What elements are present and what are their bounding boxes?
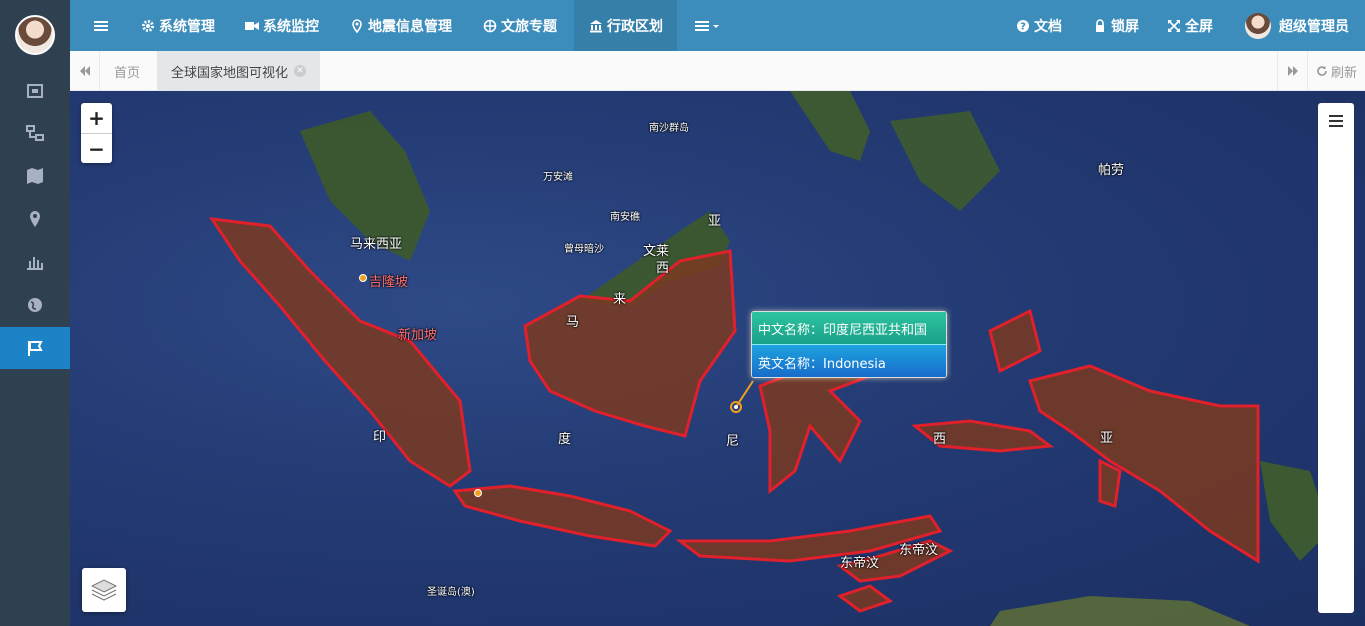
- nav-label: 行政区划: [607, 18, 663, 35]
- map-label-ma: 马: [566, 315, 580, 330]
- avatar[interactable]: [15, 15, 55, 55]
- map-label-ya1: 亚: [708, 214, 722, 229]
- right-tool-panel: [1318, 103, 1354, 613]
- sidebar-item-frame[interactable]: [0, 70, 70, 112]
- popup-cn-name: 中文名称：印度尼西亚共和国: [752, 312, 946, 345]
- zoom-control: + −: [81, 103, 112, 163]
- tab-bar: 首页 全球国家地图可视化 ✕ 刷新: [70, 51, 1365, 91]
- zoom-out-button[interactable]: −: [81, 133, 112, 163]
- hamburger-icon: [1329, 115, 1343, 127]
- map-label-malaysia: 马来西亚: [350, 237, 403, 252]
- expand-icon: [1168, 19, 1180, 32]
- map-label-wanan: 万安滩: [543, 172, 573, 183]
- user-name: 超级管理员: [1279, 18, 1349, 35]
- map-label-ni: 尼: [726, 434, 740, 449]
- map-label-christmas-island: 圣诞岛(澳): [427, 587, 475, 598]
- refresh-icon: [1317, 66, 1327, 76]
- nav-docs[interactable]: ? 文档: [1015, 0, 1062, 51]
- layer-switcher-button[interactable]: [82, 568, 126, 612]
- question-icon: ?: [1017, 19, 1029, 32]
- nav-administrative-division[interactable]: 行政区划: [574, 0, 677, 51]
- nav-label: 系统监控: [263, 18, 319, 35]
- location-pin-icon: [30, 211, 40, 227]
- bank-icon: [590, 19, 602, 32]
- nav-culture-tourism[interactable]: 文旅专题: [482, 0, 557, 51]
- map-label-timor-1: 东帝汶: [899, 543, 939, 558]
- map-label-ya2: 亚: [1100, 431, 1114, 446]
- map-label-xi2: 西: [933, 432, 947, 447]
- layers-icon: [90, 579, 118, 601]
- sidebar-toggle-button[interactable]: [94, 0, 108, 51]
- double-chevron-right-icon: [1287, 66, 1298, 76]
- sidebar-item-location[interactable]: [0, 198, 70, 240]
- map-label-palau: 帕劳: [1098, 163, 1125, 178]
- svg-text:?: ?: [1020, 21, 1026, 32]
- tab-home[interactable]: 首页: [100, 51, 154, 91]
- tab-scroll-left-button[interactable]: [70, 51, 100, 91]
- panel-menu-button[interactable]: [1318, 103, 1354, 139]
- nav-label: 系统管理: [159, 18, 215, 35]
- lock-icon: [1096, 18, 1104, 32]
- video-camera-icon: [245, 21, 259, 30]
- double-chevron-left-icon: [79, 66, 90, 76]
- sidebar-item-globe[interactable]: [0, 284, 70, 326]
- tab-world-map[interactable]: 全球国家地图可视化 ✕: [157, 51, 321, 91]
- diagram-icon: [26, 125, 44, 141]
- map-label-lai: 来: [613, 292, 627, 307]
- map-label-timor-2: 东帝汶: [840, 556, 880, 571]
- map-icon: [27, 168, 43, 184]
- list-dropdown-icon: [695, 20, 719, 31]
- map-label-singapore: 新加坡: [398, 328, 438, 343]
- nav-more-dropdown[interactable]: [695, 0, 721, 51]
- zoom-in-button[interactable]: +: [81, 103, 112, 133]
- nav-label: 文档: [1034, 18, 1062, 35]
- sidebar-item-chart[interactable]: [0, 241, 70, 283]
- country-info-popup: 中文名称：印度尼西亚共和国 英文名称：Indonesia: [751, 311, 947, 378]
- map-label-nanan: 南安礁: [610, 212, 640, 223]
- globe-icon: [483, 19, 497, 32]
- tab-scroll-right-button[interactable]: [1277, 51, 1307, 91]
- map-label-xi1: 西: [656, 261, 670, 276]
- close-icon[interactable]: ✕: [294, 65, 307, 77]
- nav-label: 锁屏: [1111, 18, 1139, 35]
- globe-icon: [28, 298, 42, 312]
- tab-label: 首页: [114, 65, 141, 81]
- nav-earthquake-info[interactable]: 地震信息管理: [349, 0, 452, 51]
- tab-label: 全球国家地图可视化: [171, 65, 289, 81]
- map-label-kuala-lumpur: 吉隆坡: [369, 275, 409, 290]
- nav-label: 文旅专题: [501, 18, 557, 35]
- gear-icon: [142, 19, 154, 32]
- nav-label: 全屏: [1185, 18, 1213, 35]
- refresh-label: 刷新: [1331, 65, 1358, 81]
- nav-fullscreen[interactable]: 全屏: [1166, 0, 1213, 51]
- frame-icon: [27, 84, 43, 98]
- hamburger-icon: [94, 20, 108, 31]
- sidebar-item-flag[interactable]: [0, 327, 70, 369]
- refresh-button[interactable]: 刷新: [1307, 51, 1365, 91]
- user-avatar: [1245, 12, 1271, 39]
- nav-system-management[interactable]: 系统管理: [140, 0, 215, 51]
- map-label-nansha: 南沙群岛: [649, 123, 689, 134]
- map-marker-icon: [352, 18, 362, 33]
- map-label-du: 度: [558, 432, 572, 447]
- nav-label: 地震信息管理: [368, 18, 452, 35]
- nav-system-monitor[interactable]: 系统监控: [244, 0, 319, 51]
- popup-en-name: 英文名称：Indonesia: [752, 345, 946, 377]
- map-label-zengmu: 曾母暗沙: [564, 244, 604, 255]
- sidebar: [0, 0, 70, 626]
- map-base-layer: [208, 91, 1330, 626]
- sidebar-item-map[interactable]: [0, 155, 70, 197]
- flag-icon: [28, 341, 43, 356]
- sidebar-item-diagram[interactable]: [0, 112, 70, 154]
- nav-lock-screen[interactable]: 锁屏: [1092, 0, 1139, 51]
- map-label-yin: 印: [373, 430, 387, 445]
- user-menu[interactable]: 超级管理员: [1245, 0, 1349, 51]
- top-navbar: 系统管理 系统监控 地震信息管理 文旅专题 行政区划 ? 文档 锁屏 全屏 超级…: [70, 0, 1365, 51]
- bar-chart-icon: [27, 257, 43, 270]
- map-canvas[interactable]: 南沙群岛 万安滩 南安礁 曾母暗沙 马来西亚 文莱 亚 西 来 马 帕劳 吉隆坡…: [70, 91, 1365, 626]
